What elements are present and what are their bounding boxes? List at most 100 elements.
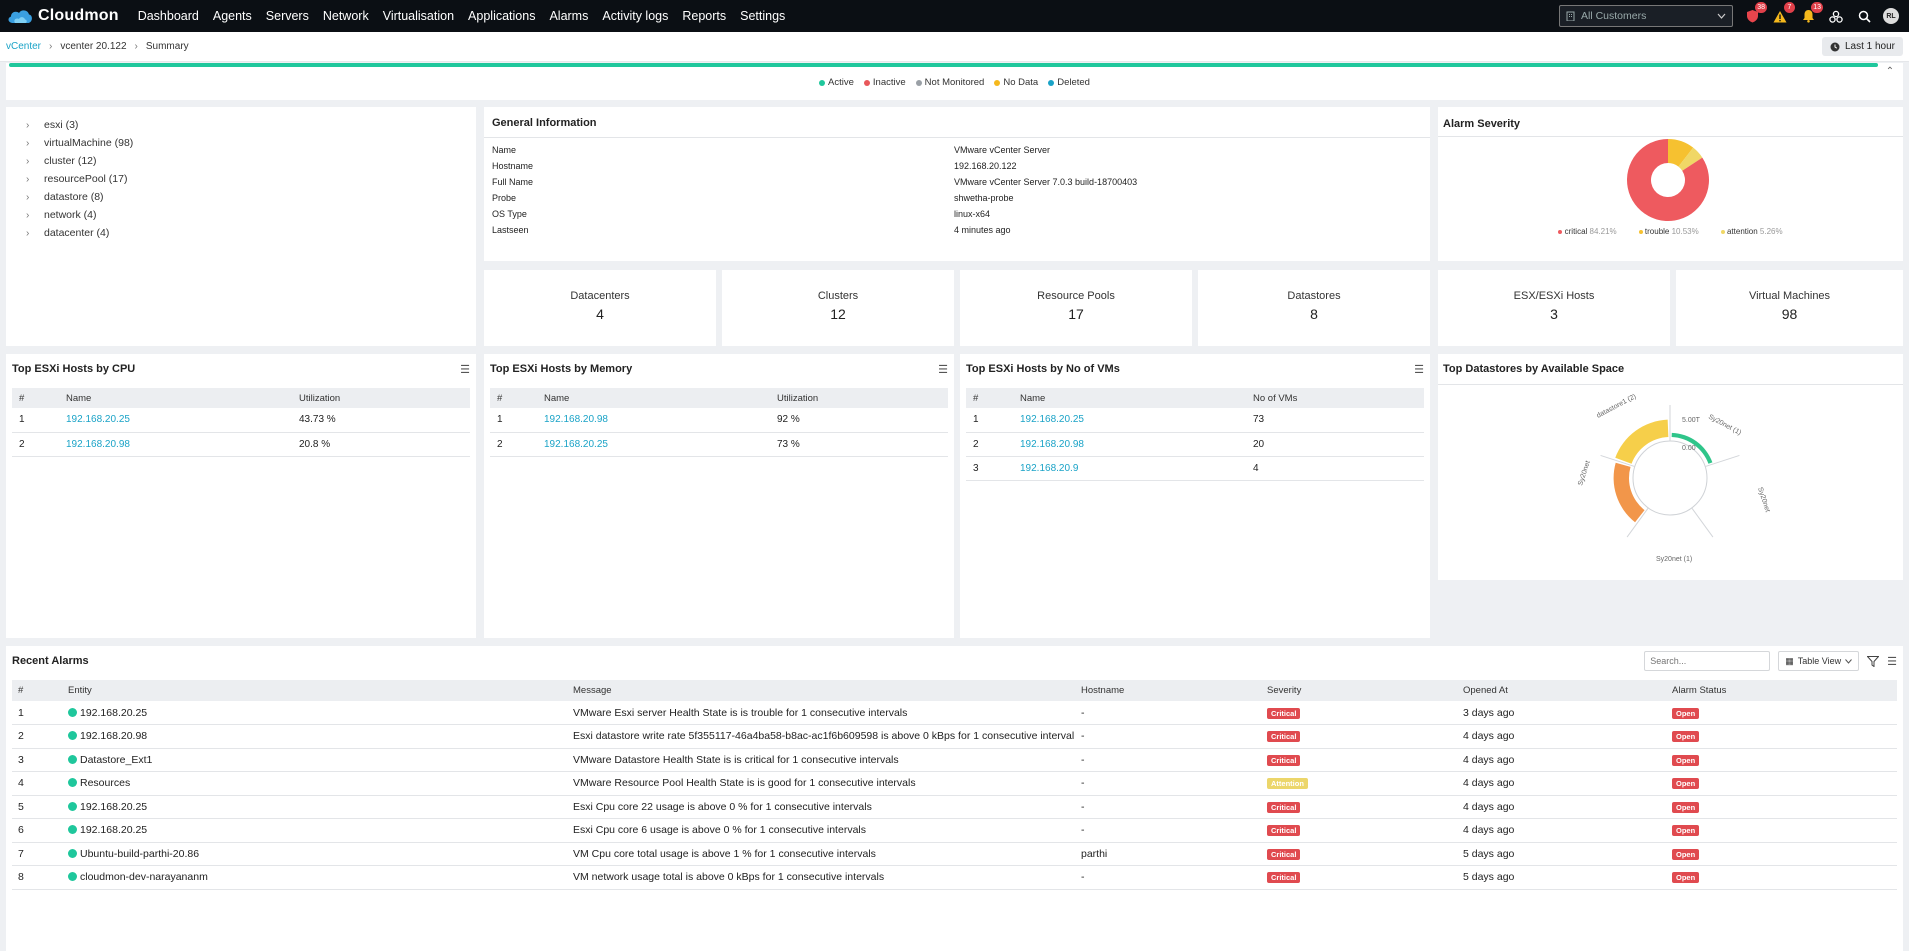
time-range-button[interactable]: Last 1 hour bbox=[1821, 37, 1903, 56]
warnings-button[interactable]: 7 bbox=[1771, 2, 1795, 25]
host-link[interactable]: 192.168.20.25 bbox=[1020, 408, 1253, 433]
tree-item-resourcepool[interactable]: › resourcePool (17) bbox=[6, 170, 476, 188]
col-hostname[interactable]: Hostname bbox=[1081, 680, 1267, 701]
entity-name[interactable]: 192.168.20.25 bbox=[80, 824, 147, 836]
col-opened-at[interactable]: Opened At bbox=[1463, 680, 1672, 701]
customer-select[interactable]: All Customers bbox=[1559, 5, 1733, 27]
col-alarm-status[interactable]: Alarm Status bbox=[1672, 680, 1897, 701]
list-icon[interactable]: ☰ bbox=[1887, 655, 1897, 668]
nav-settings[interactable]: Settings bbox=[733, 9, 792, 23]
tree-item-label: cluster (12) bbox=[44, 155, 97, 167]
nav-agents[interactable]: Agents bbox=[206, 9, 259, 23]
stat-tile-esx-hosts[interactable]: ESX/ESXi Hosts 3 bbox=[1438, 270, 1670, 346]
nav-network[interactable]: Network bbox=[316, 9, 376, 23]
tree-item-label: resourcePool (17) bbox=[44, 173, 128, 185]
legend-active[interactable]: Active bbox=[819, 77, 854, 88]
table-row[interactable]: 7 Ubuntu-build-parthi-20.86 VM Cpu core to… bbox=[12, 842, 1897, 866]
collapse-button[interactable]: ⌃ bbox=[1879, 63, 1901, 79]
table-row[interactable]: 1 192.168.20.25 VMware Esxi server Health … bbox=[12, 701, 1897, 725]
col-severity[interactable]: Severity bbox=[1267, 680, 1463, 701]
tree-item-network[interactable]: › network (4) bbox=[6, 206, 476, 224]
entity-name[interactable]: 192.168.20.98 bbox=[80, 730, 147, 742]
notifications-button[interactable]: 13 bbox=[1799, 2, 1823, 25]
table-row[interactable]: 6 192.168.20.25 Esxi Cpu core 6 usage is a… bbox=[12, 818, 1897, 843]
breadcrumb-vcenter[interactable]: vCenter bbox=[6, 41, 41, 52]
legend-inactive[interactable]: Inactive bbox=[863, 77, 906, 88]
col-entity[interactable]: Entity bbox=[68, 680, 573, 701]
entity-cell: 192.168.20.25 bbox=[68, 818, 573, 843]
stat-tile-virtual-machines[interactable]: Virtual Machines 98 bbox=[1676, 270, 1903, 346]
host-link[interactable]: 192.168.20.9 bbox=[1020, 456, 1253, 481]
alarm-severity-legend: critical 84.21% trouble 10.53% attention… bbox=[1438, 227, 1903, 236]
list-icon[interactable]: ☰ bbox=[460, 363, 470, 376]
entity-name[interactable]: cloudmon-dev-narayananm bbox=[80, 871, 208, 883]
nav-alarms[interactable]: Alarms bbox=[542, 9, 595, 23]
stat-tile-clusters[interactable]: Clusters 12 bbox=[722, 270, 954, 346]
tree-item-virtualmachine[interactable]: › virtualMachine (98) bbox=[6, 134, 476, 152]
datastore-bar[interactable] bbox=[1613, 462, 1645, 523]
stat-tile-datastores[interactable]: Datastores 8 bbox=[1198, 270, 1430, 346]
host-link[interactable]: 192.168.20.98 bbox=[1020, 432, 1253, 457]
entity-cell: Resources bbox=[68, 771, 573, 796]
nav-reports[interactable]: Reports bbox=[675, 9, 733, 23]
table-row[interactable]: 8 cloudmon-dev-narayananm VM network usage… bbox=[12, 865, 1897, 890]
tree-item-esxi[interactable]: › esxi (3) bbox=[6, 116, 476, 134]
stat-tile-datacenters[interactable]: Datacenters 4 bbox=[484, 270, 716, 346]
nav-dashboard[interactable]: Dashboard bbox=[131, 9, 206, 23]
tile-label: Virtual Machines bbox=[1748, 290, 1831, 302]
nav-right: All Customers 38 7 13 RL bbox=[1559, 2, 1903, 27]
col-name[interactable]: Name bbox=[544, 388, 777, 408]
row-number: 1 bbox=[12, 701, 68, 725]
table-row[interactable]: 5 192.168.20.25 Esxi Cpu core 22 usage is … bbox=[12, 795, 1897, 819]
entity-name[interactable]: 192.168.20.25 bbox=[80, 801, 147, 813]
table-row[interactable]: 4 Resources VMware Resource Pool Health St… bbox=[12, 771, 1897, 796]
logo[interactable]: Cloudmon bbox=[6, 7, 119, 25]
entity-name[interactable]: Datastore_Ext1 bbox=[80, 754, 152, 766]
entity-name[interactable]: Resources bbox=[80, 777, 130, 789]
host-link[interactable]: 192.168.20.25 bbox=[66, 408, 299, 433]
col-message[interactable]: Message bbox=[573, 680, 1081, 701]
nav-applications[interactable]: Applications bbox=[461, 9, 542, 23]
col-name[interactable]: Name bbox=[66, 388, 299, 408]
tree-item-datacenter[interactable]: › datacenter (4) bbox=[6, 224, 476, 242]
tree-item-cluster[interactable]: › cluster (12) bbox=[6, 152, 476, 170]
col-utilization[interactable]: Utilization bbox=[299, 388, 470, 408]
critical-alerts-button[interactable]: 38 bbox=[1743, 2, 1767, 25]
sev-legend-critical[interactable]: critical 84.21% bbox=[1558, 227, 1617, 236]
filter-icon[interactable] bbox=[1867, 655, 1880, 667]
host-link[interactable]: 192.168.20.98 bbox=[544, 408, 777, 433]
info-key: Full Name bbox=[492, 177, 534, 187]
nav-virtualisation[interactable]: Virtualisation bbox=[376, 9, 461, 23]
breadcrumb-item: vcenter 20.122 bbox=[60, 41, 127, 52]
tree-item-datastore[interactable]: › datastore (8) bbox=[6, 188, 476, 206]
host-link[interactable]: 192.168.20.98 bbox=[66, 432, 299, 457]
datastores-radial-chart[interactable]: 5.00T 0.00 datastore1 (2) Sy20net (1) Sy20ne… bbox=[1438, 385, 1903, 575]
list-icon[interactable]: ☰ bbox=[938, 363, 948, 376]
sev-legend-attention[interactable]: attention 5.26% bbox=[1720, 227, 1783, 236]
avatar[interactable]: RL bbox=[1883, 8, 1899, 24]
table-view-dropdown[interactable]: ▦ Table View bbox=[1778, 651, 1860, 671]
col-name[interactable]: Name bbox=[1020, 388, 1253, 408]
table-row[interactable]: 2 192.168.20.98 Esxi datastore write rate … bbox=[12, 724, 1897, 749]
col-utilization[interactable]: Utilization bbox=[777, 388, 948, 408]
legend-not-monitored[interactable]: Not Monitored bbox=[915, 77, 984, 88]
entity-name[interactable]: Ubuntu-build-parthi-20.86 bbox=[80, 848, 199, 860]
nav-activity-logs[interactable]: Activity logs bbox=[595, 9, 675, 23]
legend-no-data[interactable]: No Data bbox=[994, 77, 1038, 88]
table-row: 2 192.168.20.25 73 % bbox=[490, 432, 948, 457]
datastore-bar[interactable] bbox=[1615, 419, 1669, 464]
alarms-search-input[interactable] bbox=[1644, 651, 1771, 671]
sev-legend-trouble[interactable]: trouble 10.53% bbox=[1638, 227, 1699, 236]
info-row-hostname: Hostname 192.168.20.122 bbox=[484, 158, 1430, 174]
search-button[interactable] bbox=[1855, 7, 1873, 25]
table-row[interactable]: 3 Datastore_Ext1 VMware Datastore Health S… bbox=[12, 748, 1897, 772]
list-icon[interactable]: ☰ bbox=[1414, 363, 1424, 376]
stat-tile-resource-pools[interactable]: Resource Pools 17 bbox=[960, 270, 1192, 346]
entity-name[interactable]: 192.168.20.25 bbox=[80, 707, 147, 719]
col-vm-count[interactable]: No of VMs bbox=[1253, 388, 1424, 408]
host-link[interactable]: 192.168.20.25 bbox=[544, 432, 777, 457]
apps-button[interactable] bbox=[1827, 7, 1845, 25]
alarm-severity-donut[interactable] bbox=[1438, 137, 1903, 221]
legend-deleted[interactable]: Deleted bbox=[1048, 77, 1090, 88]
nav-servers[interactable]: Servers bbox=[259, 9, 316, 23]
